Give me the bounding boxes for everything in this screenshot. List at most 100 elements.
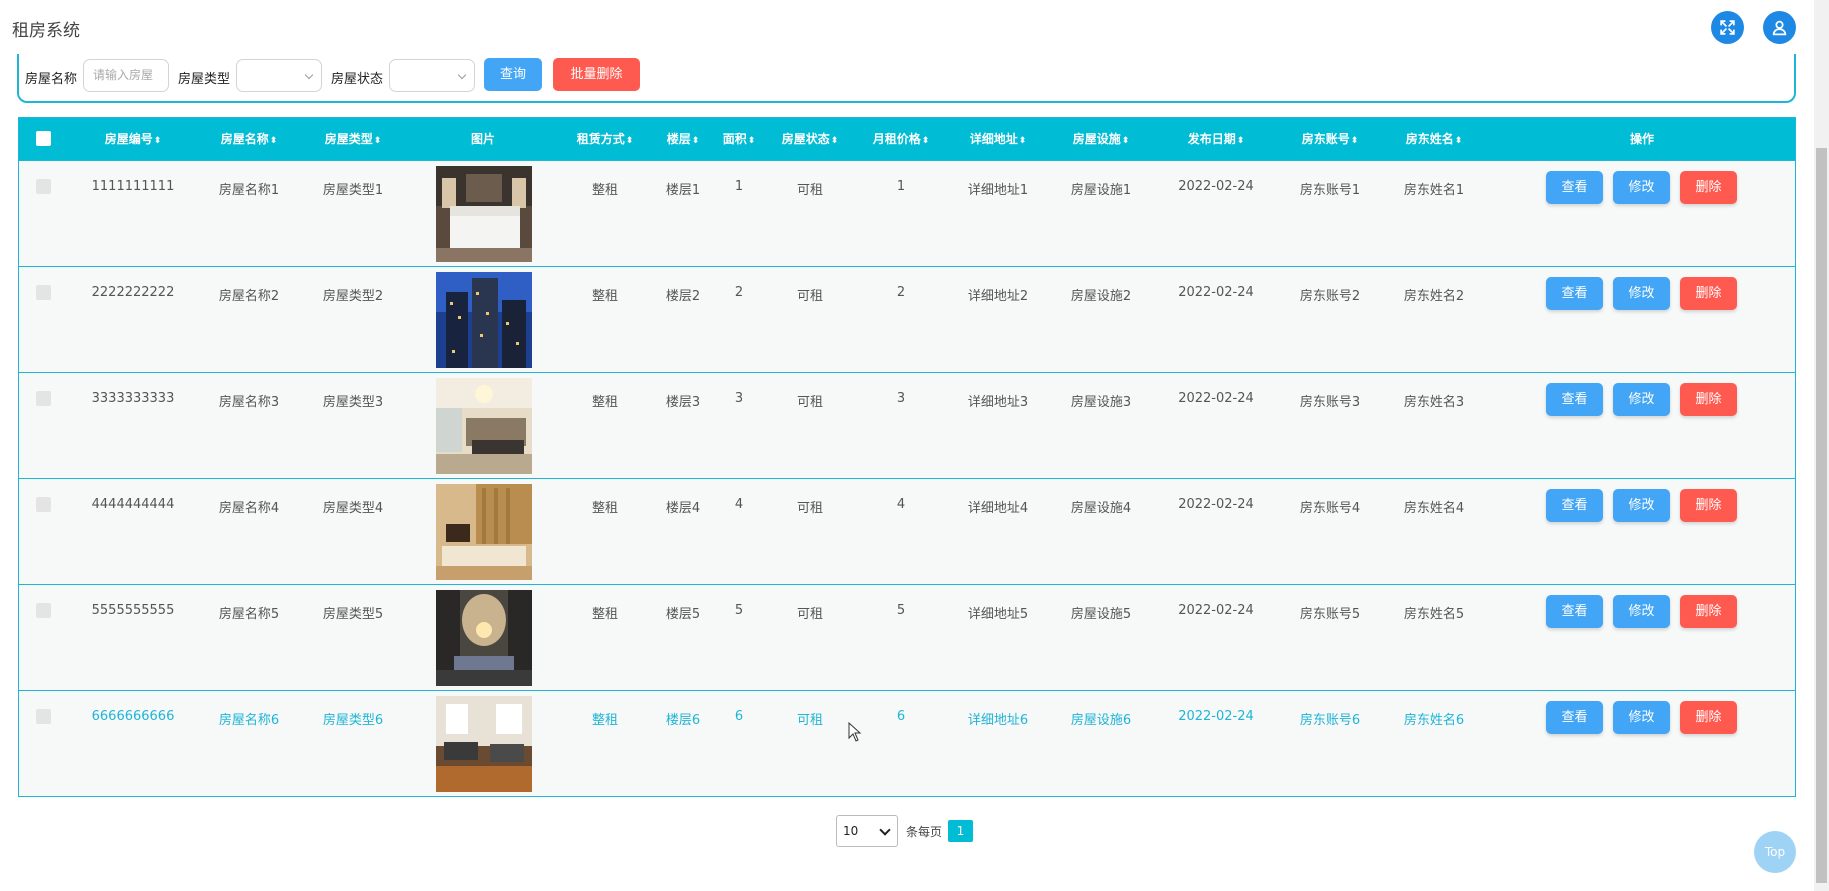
- sort-icon: ⬍: [625, 136, 634, 146]
- select-all-checkbox[interactable]: [36, 131, 51, 146]
- cell-code: 6666666666: [91, 709, 175, 724]
- delete-button[interactable]: 删除: [1680, 277, 1737, 310]
- col-owner-name[interactable]: 房东姓名⬍: [1406, 118, 1463, 160]
- edit-button[interactable]: 修改: [1613, 595, 1670, 628]
- view-button[interactable]: 查看: [1546, 489, 1603, 522]
- cell-facility: 房屋设施1: [1070, 183, 1132, 198]
- col-code[interactable]: 房屋编号⬍: [105, 118, 162, 160]
- row-checkbox[interactable]: [36, 603, 51, 618]
- delete-button[interactable]: 删除: [1680, 171, 1737, 204]
- cell-name: 房屋名称5: [218, 607, 280, 622]
- cell-rent-mode: 整租: [591, 713, 619, 728]
- house-name-label: 房屋名称: [25, 72, 78, 87]
- mouse-cursor-icon: [848, 722, 862, 742]
- view-button[interactable]: 查看: [1546, 701, 1603, 734]
- cell-type: 房屋类型3: [322, 395, 384, 410]
- cell-owner-account: 房东账号2: [1299, 289, 1361, 304]
- table-header: 房屋编号⬍ 房屋名称⬍ 房屋类型⬍ 图片 租赁方式⬍ 楼层⬍ 面积⬍ 房屋状态⬍…: [19, 118, 1795, 160]
- col-status[interactable]: 房屋状态⬍: [782, 118, 839, 160]
- view-button[interactable]: 查看: [1546, 277, 1603, 310]
- cell-address: 详细地址4: [967, 501, 1029, 516]
- table-row[interactable]: 2222222222 房屋名称2 房屋类型2 整租 楼层2 2 可租 2 详细地…: [19, 266, 1795, 372]
- cell-owner-name: 房东姓名2: [1403, 289, 1465, 304]
- house-photo[interactable]: [436, 378, 532, 474]
- house-photo[interactable]: [436, 166, 532, 262]
- col-owner-account[interactable]: 房东账号⬍: [1302, 118, 1359, 160]
- col-address[interactable]: 详细地址⬍: [970, 118, 1027, 160]
- row-checkbox[interactable]: [36, 497, 51, 512]
- cell-address: 详细地址5: [967, 607, 1029, 622]
- page-scrollbar[interactable]: [1814, 0, 1829, 891]
- col-price[interactable]: 月租价格⬍: [873, 118, 930, 160]
- batch-delete-button[interactable]: 批量删除: [553, 58, 640, 91]
- edit-button[interactable]: 修改: [1613, 489, 1670, 522]
- house-status-select[interactable]: [389, 59, 475, 92]
- house-photo[interactable]: [436, 696, 532, 792]
- page-number-current[interactable]: 1: [948, 820, 973, 842]
- house-status-label: 房屋状态: [331, 72, 384, 87]
- cell-date: 2022-02-24: [1178, 391, 1254, 406]
- cell-type: 房屋类型4: [322, 501, 384, 516]
- edit-button[interactable]: 修改: [1613, 277, 1670, 310]
- cell-facility: 房屋设施3: [1070, 395, 1132, 410]
- col-type[interactable]: 房屋类型⬍: [325, 118, 382, 160]
- cell-price: 3: [896, 391, 906, 406]
- edit-button[interactable]: 修改: [1613, 701, 1670, 734]
- row-checkbox[interactable]: [36, 285, 51, 300]
- view-button[interactable]: 查看: [1546, 171, 1603, 204]
- cell-name: 房屋名称6: [218, 713, 280, 728]
- cell-rent-mode: 整租: [591, 183, 619, 198]
- col-rent-mode[interactable]: 租赁方式⬍: [577, 118, 634, 160]
- col-area[interactable]: 面积⬍: [723, 118, 756, 160]
- house-photo[interactable]: [436, 484, 532, 580]
- col-floor[interactable]: 楼层⬍: [667, 118, 700, 160]
- user-icon[interactable]: [1763, 11, 1796, 44]
- sort-icon: ⬍: [830, 136, 839, 146]
- cell-code: 3333333333: [91, 391, 175, 406]
- row-checkbox[interactable]: [36, 709, 51, 724]
- house-name-input[interactable]: 请输入房屋: [83, 59, 169, 92]
- cell-date: 2022-02-24: [1178, 179, 1254, 194]
- query-button[interactable]: 查询: [484, 58, 542, 91]
- delete-button[interactable]: 删除: [1680, 701, 1737, 734]
- cell-status: 可租: [796, 607, 824, 622]
- table-row[interactable]: 6666666666 房屋名称6 房屋类型6 整租 楼层6 6 可租 6 详细地…: [19, 690, 1795, 796]
- cell-status: 可租: [796, 289, 824, 304]
- edit-button[interactable]: 修改: [1613, 171, 1670, 204]
- col-date[interactable]: 发布日期⬍: [1188, 118, 1245, 160]
- table-row[interactable]: 3333333333 房屋名称3 房屋类型3 整租 楼层3 3 可租 3 详细地…: [19, 372, 1795, 478]
- col-facility[interactable]: 房屋设施⬍: [1073, 118, 1130, 160]
- sort-icon: ⬍: [1350, 136, 1359, 146]
- house-type-select[interactable]: [236, 59, 322, 92]
- cell-name: 房屋名称2: [218, 289, 280, 304]
- sort-icon: ⬍: [1454, 136, 1463, 146]
- table-row[interactable]: 4444444444 房屋名称4 房屋类型4 整租 楼层4 4 可租 4 详细地…: [19, 478, 1795, 584]
- cell-code: 2222222222: [91, 285, 175, 300]
- cell-name: 房屋名称4: [218, 501, 280, 516]
- table-row[interactable]: 1111111111 房屋名称1 房屋类型1 整租 楼层1 1 可租 1 详细地…: [19, 160, 1795, 266]
- cell-area: 6: [734, 709, 744, 724]
- cell-type: 房屋类型5: [322, 607, 384, 622]
- view-button[interactable]: 查看: [1546, 595, 1603, 628]
- cell-date: 2022-02-24: [1178, 285, 1254, 300]
- table-row[interactable]: 5555555555 房屋名称5 房屋类型5 整租 楼层5 5 可租 5 详细地…: [19, 584, 1795, 690]
- view-button[interactable]: 查看: [1546, 383, 1603, 416]
- page-size-select[interactable]: 10: [836, 815, 898, 847]
- back-to-top-button[interactable]: Top: [1754, 831, 1796, 873]
- delete-button[interactable]: 删除: [1680, 383, 1737, 416]
- col-name[interactable]: 房屋名称⬍: [221, 118, 278, 160]
- house-type-label: 房屋类型: [178, 72, 231, 87]
- row-checkbox[interactable]: [36, 391, 51, 406]
- row-checkbox[interactable]: [36, 179, 51, 194]
- delete-button[interactable]: 删除: [1680, 489, 1737, 522]
- top-bar: 租房系统: [0, 0, 1829, 54]
- scrollbar-thumb[interactable]: [1816, 148, 1827, 883]
- house-photo[interactable]: [436, 590, 532, 686]
- edit-button[interactable]: 修改: [1613, 383, 1670, 416]
- house-photo[interactable]: [436, 272, 532, 368]
- delete-button[interactable]: 删除: [1680, 595, 1737, 628]
- sort-icon: ⬍: [1018, 136, 1027, 146]
- fullscreen-icon[interactable]: [1711, 11, 1744, 44]
- cell-address: 详细地址3: [967, 395, 1029, 410]
- cell-floor: 楼层2: [665, 289, 701, 304]
